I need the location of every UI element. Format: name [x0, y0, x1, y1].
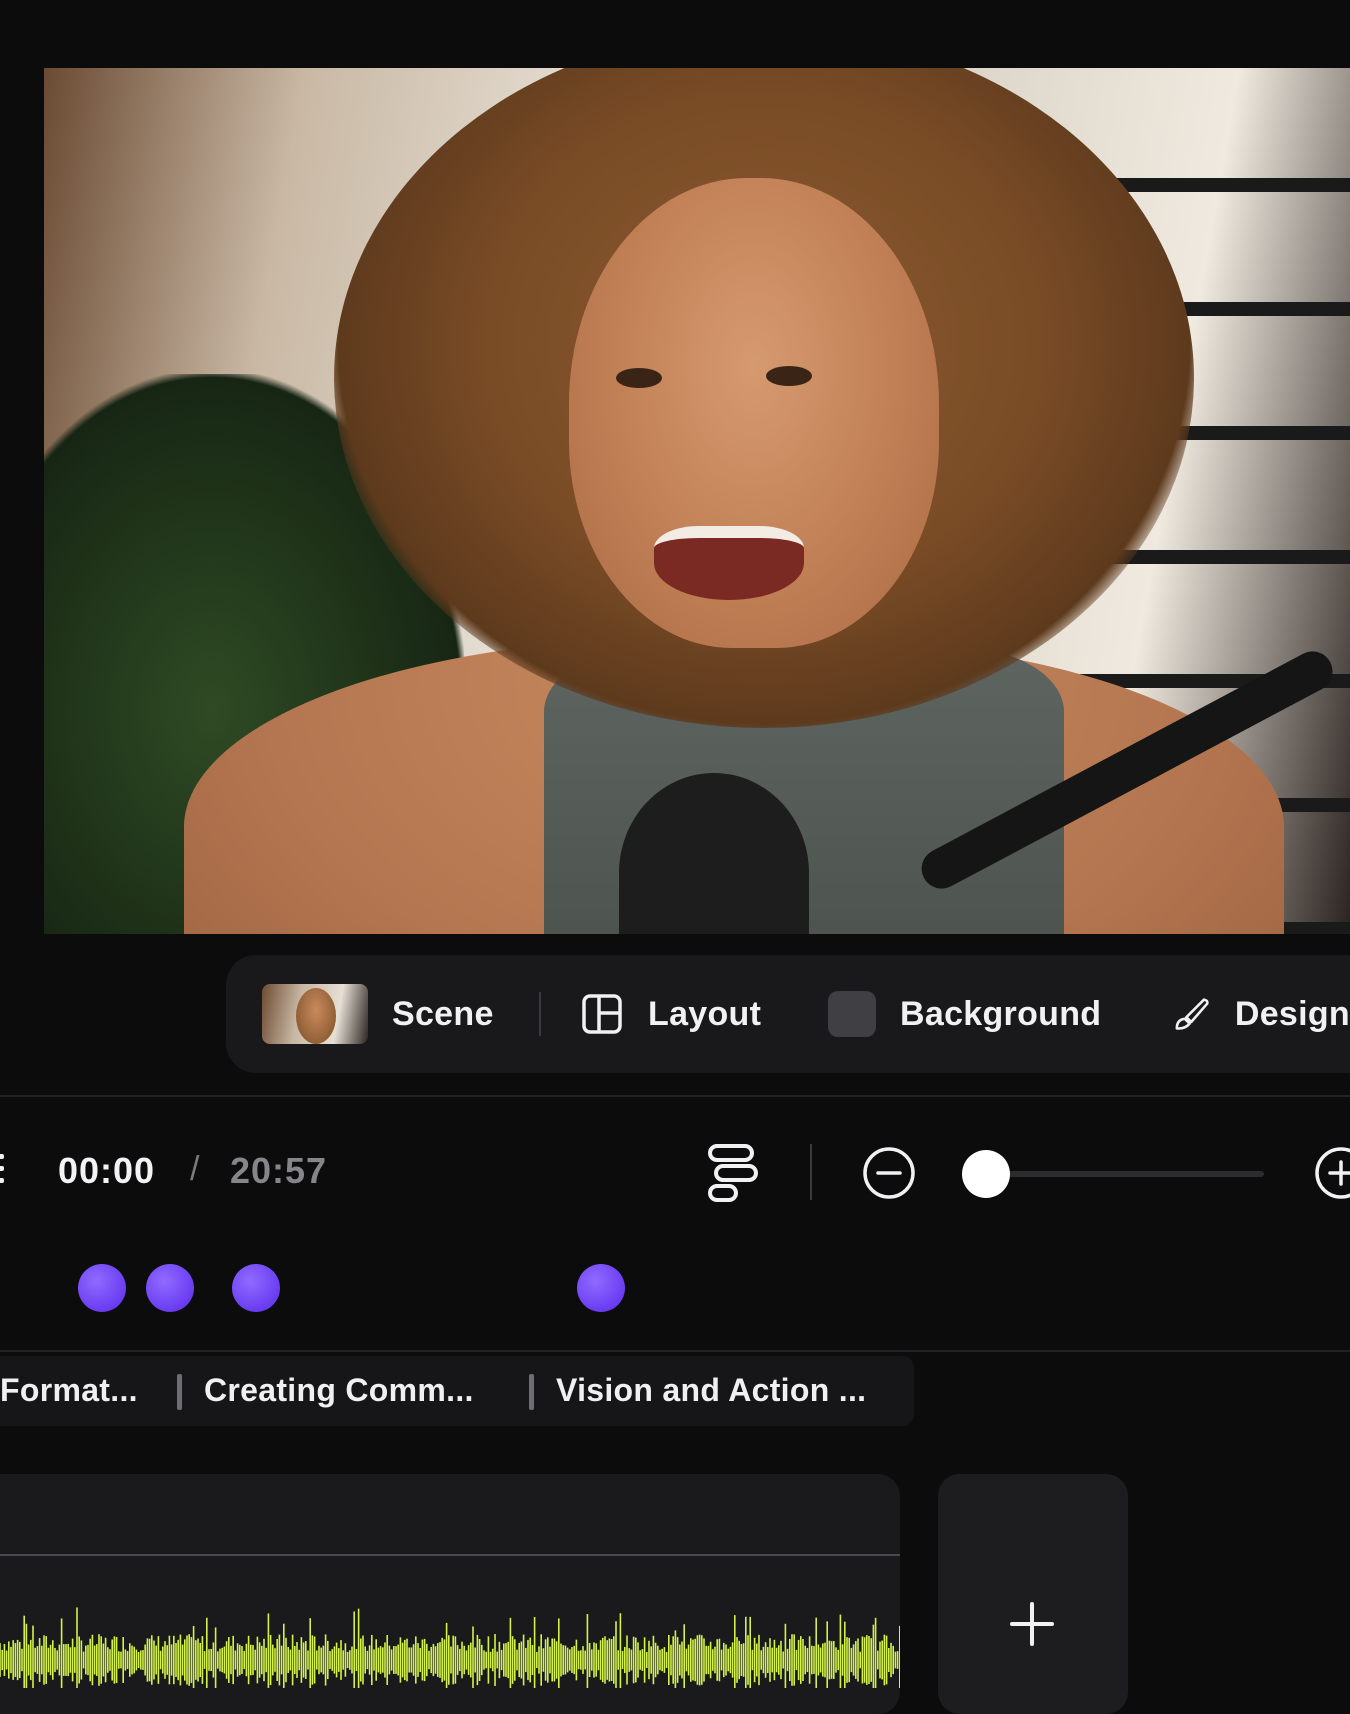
section-divider — [0, 1095, 1350, 1097]
toolbar-separator — [539, 992, 541, 1036]
chapters-bar: Format... Creating Comm... Vision and Ac… — [0, 1356, 914, 1426]
timeline-controls: 00:00 / 20:57 — [0, 1132, 1350, 1214]
chapter-item[interactable]: Vision and Action ... — [556, 1372, 866, 1409]
scene-thumbnail — [262, 984, 368, 1044]
current-time: 00:00 — [58, 1150, 156, 1191]
timeline-marker[interactable] — [232, 1264, 280, 1312]
zoom-slider-track[interactable] — [970, 1171, 1264, 1177]
background-button[interactable]: Background — [828, 955, 1101, 1073]
chapter-item[interactable]: Creating Comm... — [204, 1372, 474, 1409]
timeline-marker[interactable] — [577, 1264, 625, 1312]
layout-button[interactable]: Layout — [582, 955, 761, 1073]
plus-circle-icon[interactable] — [1314, 1146, 1350, 1200]
chapter-separator — [177, 1374, 182, 1410]
background-label: Background — [900, 994, 1102, 1033]
total-time: 20:57 — [230, 1150, 328, 1191]
align-icon[interactable] — [706, 1142, 758, 1204]
timeline-marker[interactable] — [78, 1264, 126, 1312]
timeline-divider — [0, 1350, 1350, 1352]
video-person-eye-right — [766, 366, 812, 386]
zoom-slider-handle[interactable] — [962, 1150, 1010, 1198]
menu-icon[interactable] — [0, 1146, 10, 1192]
design-label: Design — [1234, 994, 1350, 1033]
video-person-eye-left — [616, 368, 662, 388]
time-separator: / — [190, 1150, 200, 1188]
chapter-item[interactable]: Format... — [0, 1372, 138, 1409]
scene-label: Scene — [392, 994, 494, 1033]
scene-button[interactable]: Scene — [262, 955, 494, 1073]
design-button[interactable]: Design — [1172, 955, 1350, 1073]
minus-circle-icon[interactable] — [862, 1146, 916, 1200]
add-clip-button[interactable] — [938, 1474, 1128, 1714]
track-guide-line — [0, 1554, 900, 1556]
video-person-mouth — [654, 526, 804, 600]
audio-waveform[interactable] — [0, 1600, 900, 1688]
plus-icon — [1010, 1602, 1054, 1646]
chapter-separator — [529, 1374, 534, 1410]
timeline-marker[interactable] — [146, 1264, 194, 1312]
video-preview[interactable] — [44, 68, 1350, 934]
layout-grid-icon — [582, 994, 622, 1034]
controls-separator — [810, 1144, 812, 1200]
background-swatch — [828, 991, 876, 1037]
layout-label: Layout — [648, 994, 762, 1033]
brush-icon — [1175, 998, 1209, 1030]
